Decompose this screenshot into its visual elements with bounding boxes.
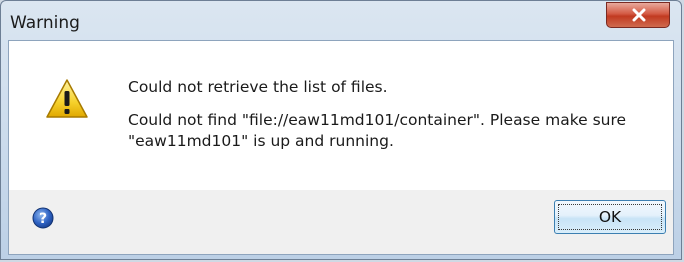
title-bar[interactable]: Warning <box>1 1 681 41</box>
help-icon[interactable]: ? <box>32 207 54 229</box>
svg-text:?: ? <box>39 211 47 227</box>
close-button[interactable] <box>606 2 670 28</box>
dialog-title: Warning <box>10 13 80 33</box>
ok-button[interactable]: OK <box>554 200 666 234</box>
message-secondary: Could not find "file://eaw11md101/contai… <box>128 111 627 150</box>
warning-dialog: Warning Could not retrieve the list of f… <box>0 0 682 260</box>
close-icon <box>632 8 646 22</box>
warning-icon <box>46 79 88 118</box>
dialog-body: Could not retrieve the list of files. Co… <box>8 40 674 255</box>
message-primary: Could not retrieve the list of files. <box>128 78 388 96</box>
ok-button-label: OK <box>558 204 662 230</box>
message-area: Could not retrieve the list of files. Co… <box>9 41 673 190</box>
